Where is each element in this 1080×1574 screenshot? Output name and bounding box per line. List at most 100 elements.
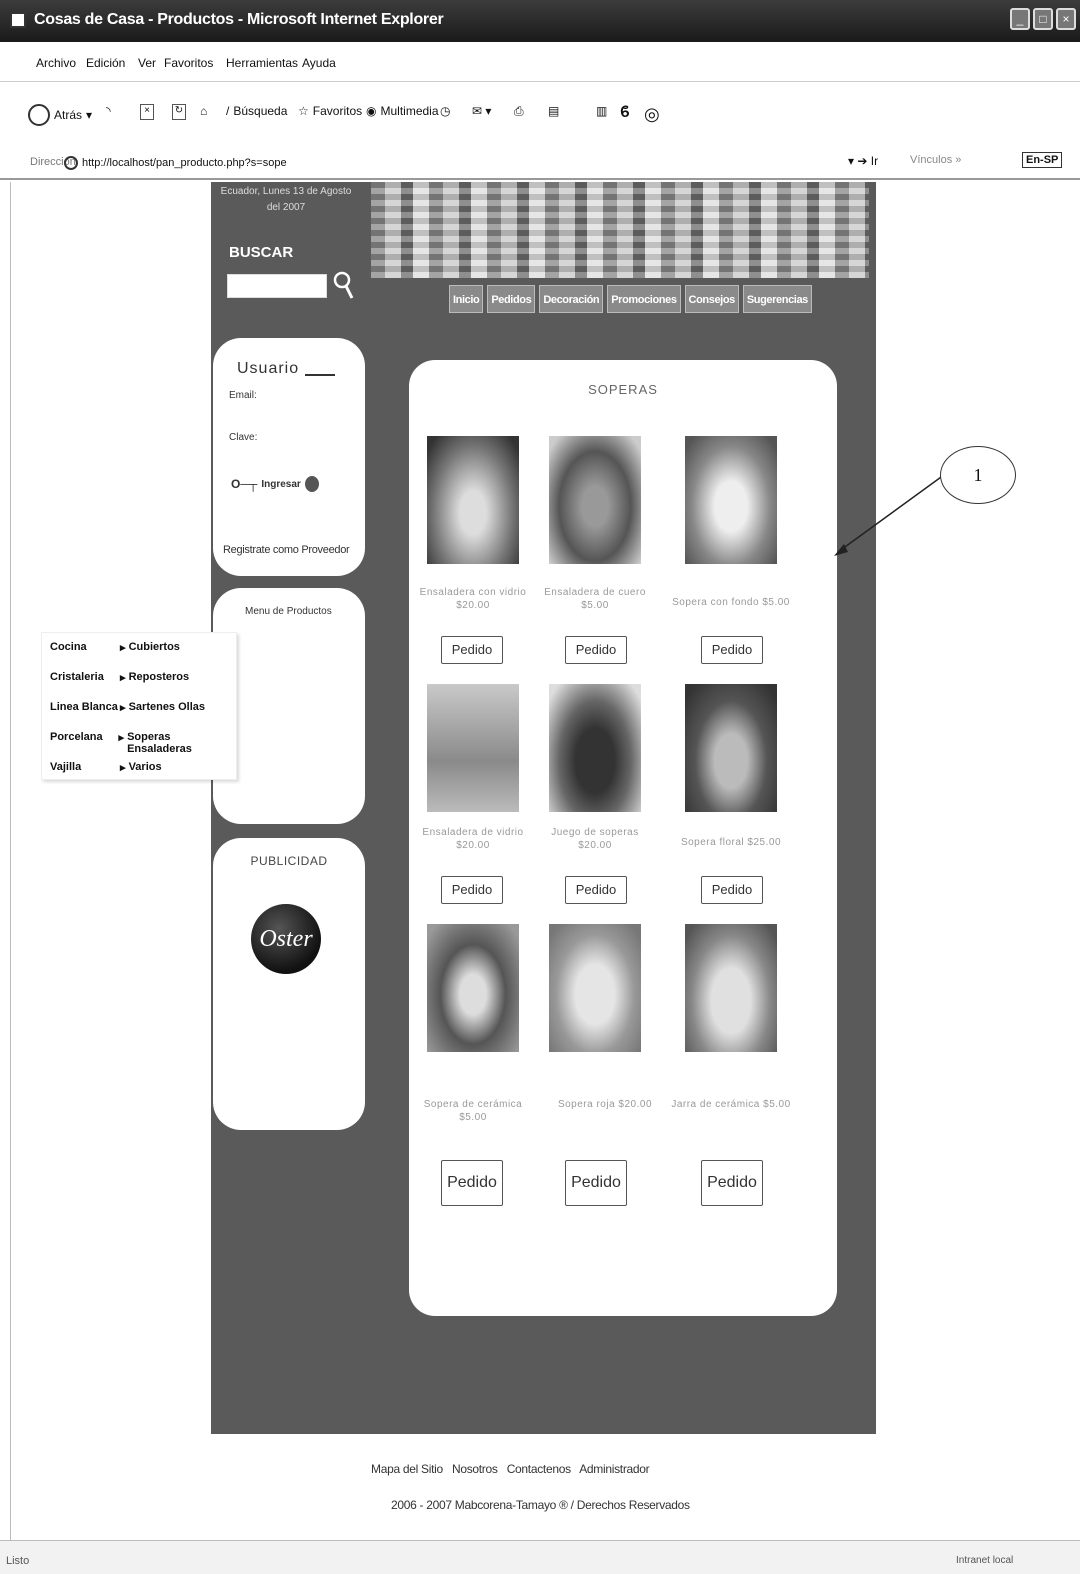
menu-arrow-icon: ▸: [118, 732, 128, 744]
messenger-button[interactable]: ◎: [644, 104, 660, 125]
register-link[interactable]: Registrate como Proveedor: [223, 544, 350, 556]
history-button[interactable]: ◷: [440, 104, 450, 118]
menu-subcategory[interactable]: Sartenes Ollas: [129, 701, 205, 714]
product-image[interactable]: [549, 436, 641, 564]
password-label: Clave:: [229, 432, 258, 443]
menu-row[interactable]: Linea Blanca ▸ Sartenes Ollas: [50, 701, 205, 714]
user-title: Usuario: [237, 360, 300, 377]
nav-consejos[interactable]: Consejos: [684, 285, 739, 313]
order-button[interactable]: Pedido: [565, 1160, 627, 1206]
product-name: Sopera de cerámica $5.00: [423, 1099, 523, 1123]
discuss-icon: ▥: [596, 104, 608, 118]
oster-logo[interactable]: Oster: [251, 904, 321, 974]
nav-promociones[interactable]: Promociones: [607, 285, 681, 313]
ie-app-icon: [10, 12, 26, 28]
menu-ayuda[interactable]: Ayuda: [302, 56, 336, 70]
menu-row[interactable]: Cristaleria ▸ Reposteros: [50, 671, 189, 684]
star-icon: ☆: [298, 104, 309, 118]
nav-inicio[interactable]: Inicio: [449, 285, 484, 313]
menu-row[interactable]: Cocina ▸ Cubiertos: [50, 641, 180, 654]
home-button[interactable]: ⌂: [200, 104, 207, 118]
product-image[interactable]: [685, 684, 777, 812]
search-icon[interactable]: [333, 270, 355, 302]
multimedia-button[interactable]: ◉ Multimedia: [366, 104, 439, 118]
product-name: Ensaladera de vidrio $20.00: [422, 827, 524, 851]
menu-subcategory[interactable]: Cubiertos: [129, 641, 180, 654]
forward-button[interactable]: ◝: [106, 104, 111, 118]
maximize-icon[interactable]: □: [1033, 8, 1053, 30]
footer-copyright: 2006 - 2007 Mabcorena-Tamayo ® / Derecho…: [391, 1498, 690, 1512]
menu-favoritos[interactable]: Favoritos: [164, 56, 213, 70]
product-image[interactable]: [685, 436, 777, 564]
print-button[interactable]: ⎙: [514, 104, 524, 119]
language-selector[interactable]: En-SP: [1022, 152, 1063, 168]
order-button[interactable]: Pedido: [701, 636, 763, 664]
menu-category[interactable]: Porcelana: [50, 731, 119, 755]
product-image[interactable]: [549, 684, 641, 812]
search-button[interactable]: / Búsqueda: [226, 104, 287, 118]
close-icon[interactable]: ×: [1056, 8, 1076, 30]
menu-subcategory[interactable]: Soperas Ensaladeras: [127, 731, 236, 755]
footer-link-sitemap[interactable]: Mapa del Sitio: [371, 1462, 443, 1476]
order-button[interactable]: Pedido: [701, 1160, 763, 1206]
mail-icon: ✉ ▾: [472, 104, 492, 118]
products-title: SOPERAS: [588, 382, 658, 397]
menu-category[interactable]: Vajilla: [50, 761, 120, 774]
product-menu-dropdown: Cocina ▸ Cubiertos Cristaleria ▸ Reposte…: [41, 632, 237, 780]
minimize-icon[interactable]: _: [1010, 8, 1030, 30]
product-image[interactable]: [549, 924, 641, 1052]
footer-link-about[interactable]: Nosotros: [452, 1462, 498, 1476]
menu-category[interactable]: Linea Blanca: [50, 701, 120, 714]
print-icon: ⎙: [514, 104, 524, 118]
menu-ver[interactable]: Ver: [138, 56, 156, 70]
back-button[interactable]: Atrás ▾: [28, 104, 92, 126]
login-button[interactable]: O─┬ Ingresar: [231, 476, 319, 492]
menu-row[interactable]: Porcelana ▸ Soperas Ensaladeras: [50, 731, 236, 755]
product-image[interactable]: [685, 924, 777, 1052]
url-input[interactable]: http://localhost/pan_producto.php?s=sope: [62, 153, 852, 173]
menu-subcategory[interactable]: Varios: [129, 761, 162, 774]
product-image[interactable]: [427, 924, 519, 1052]
order-button[interactable]: Pedido: [565, 876, 627, 904]
favorites-button[interactable]: ☆ Favoritos: [298, 104, 362, 118]
nav-pedidos[interactable]: Pedidos: [487, 285, 536, 313]
bluetooth-button[interactable]: ϐ: [620, 104, 630, 122]
order-button[interactable]: Pedido: [565, 636, 627, 664]
page-icon: [64, 156, 78, 170]
site-date: Ecuador, Lunes 13 de Agosto del 2007: [220, 186, 352, 213]
product-name: Sopera con fondo $5.00: [672, 597, 790, 608]
stop-button[interactable]: ×: [140, 104, 154, 120]
edit-button[interactable]: ▤: [548, 104, 559, 118]
order-button[interactable]: Pedido: [441, 876, 503, 904]
order-button[interactable]: Pedido: [441, 636, 503, 664]
product-image[interactable]: [427, 436, 519, 564]
order-button[interactable]: Pedido: [701, 876, 763, 904]
mail-button[interactable]: ✉ ▾: [472, 104, 491, 118]
links-button[interactable]: Vínculos »: [910, 154, 961, 166]
search-input[interactable]: [227, 274, 327, 298]
menu-arrow-icon: ▸: [120, 762, 129, 774]
menu-category[interactable]: Cristaleria: [50, 671, 120, 684]
url-text: http://localhost/pan_producto.php?s=sope: [82, 157, 287, 169]
browser-toolbar: Atrás ▾ ◝ × ↻ ⌂ / Búsqueda ☆ Favoritos ◉…: [0, 82, 1080, 144]
nav-decoracion[interactable]: Decoración: [539, 285, 604, 313]
product-name: Ensaladera de cuero $5.00: [544, 587, 646, 611]
menu-subcategory[interactable]: Reposteros: [129, 671, 190, 684]
discuss-button[interactable]: ▥: [596, 104, 607, 118]
menu-archivo[interactable]: Archivo: [36, 56, 76, 70]
menu-category[interactable]: Cocina: [50, 641, 120, 654]
order-button[interactable]: Pedido: [441, 1160, 503, 1206]
product-image[interactable]: [427, 684, 519, 812]
stop-icon: ×: [140, 104, 154, 120]
nav-sugerencias[interactable]: Sugerencias: [742, 285, 812, 313]
menu-herramientas[interactable]: Herramientas: [226, 56, 298, 70]
menu-row[interactable]: Vajilla ▸ Varios: [50, 761, 162, 774]
back-label: Atrás: [54, 108, 83, 122]
footer-link-contact[interactable]: Contactenos: [507, 1462, 571, 1476]
menu-edicion[interactable]: Edición: [86, 56, 125, 70]
menubar: Archivo Edición Ver Favoritos Herramient…: [0, 42, 1080, 82]
ad-panel: PUBLICIDAD Oster: [213, 838, 365, 1130]
refresh-button[interactable]: ↻: [172, 104, 186, 120]
go-button[interactable]: ▾ ➔ Ir: [848, 154, 878, 168]
footer-link-admin[interactable]: Administrador: [579, 1462, 649, 1476]
